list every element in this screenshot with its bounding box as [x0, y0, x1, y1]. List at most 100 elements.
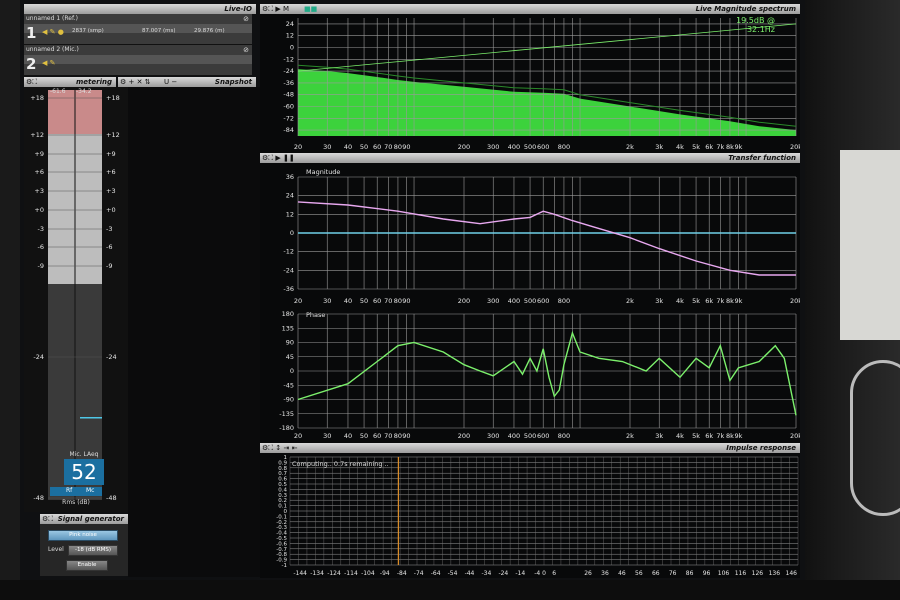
- y-tick-label: -60: [283, 103, 294, 111]
- x-tick-label: 70: [384, 143, 392, 151]
- channel-2-strip[interactable]: unnamed 2 (Mic.) 2 ◀ ✎ ⊘: [24, 45, 252, 76]
- y-tick-label: 24: [286, 20, 294, 28]
- meter-scale-label-left: -6: [38, 243, 44, 251]
- impulse-x-tick: -24: [498, 570, 508, 577]
- channel-1-close-icon[interactable]: ⊘: [243, 15, 249, 23]
- ref-channel-tab[interactable]: Rf: [66, 487, 72, 494]
- x-tick-label: 7k: [716, 143, 724, 151]
- spectrum-header: ⚙⛶ ▶ M ■■ Live Magnitude spectrum: [260, 4, 800, 14]
- y-tick-label: -48: [283, 91, 294, 99]
- snapshot-toolbar-icons[interactable]: ⚙ + ✕ ⇅: [120, 77, 151, 87]
- impulse-x-tick: -134: [310, 570, 324, 577]
- channel-1-strip[interactable]: unnamed 1 (Ref.) 1 ◀ ✎ ● 2837 (smp) 87.0…: [24, 14, 252, 45]
- y-tick-label: 24: [286, 192, 294, 200]
- impulse-x-tick: 116: [735, 570, 747, 577]
- meter-scale-label-right: -9: [106, 262, 112, 270]
- impulse-x-tick: -84: [397, 570, 407, 577]
- speaker-icon[interactable]: ◀ ✎ ●: [42, 28, 64, 36]
- speaker-icon[interactable]: ◀ ✎: [42, 59, 55, 67]
- x-tick-label: 7k: [716, 432, 724, 440]
- x-tick-label: 30: [323, 297, 331, 305]
- meter-scale-label-left: +6: [34, 168, 44, 176]
- meter-scale-label-left: -9: [38, 262, 44, 270]
- x-tick-label: 5k: [692, 297, 700, 305]
- transfer-toolbar-icons[interactable]: ⚙⛶ ▶ ❚❚: [262, 153, 295, 163]
- laeq-readout: 52: [64, 459, 104, 485]
- background-cable: [850, 360, 900, 516]
- x-tick-label: 9k: [734, 432, 742, 440]
- impulse-x-tick: 6: [552, 570, 556, 577]
- impulse-x-tick: 106: [718, 570, 730, 577]
- x-tick-label: 400: [508, 432, 520, 440]
- y-tick-label: 180: [282, 310, 294, 318]
- x-tick-label: 20: [294, 432, 302, 440]
- impulse-x-tick: 96: [703, 570, 711, 577]
- live-io-title: Live-IO: [224, 5, 252, 13]
- impulse-x-tick: 26: [584, 570, 592, 577]
- x-tick-label: 70: [384, 297, 392, 305]
- x-tick-label: 7k: [716, 297, 724, 305]
- meter-scale-label-left: -3: [38, 225, 44, 233]
- impulse-x-tick: 76: [669, 570, 677, 577]
- impulse-x-tick: -54: [448, 570, 458, 577]
- impulse-x-tick: -14: [515, 570, 525, 577]
- spectrum-title: Live Magnitude spectrum: [695, 5, 796, 13]
- x-tick-label: 20k: [790, 143, 800, 151]
- panel-options-icon[interactable]: ⚙⛶: [42, 514, 53, 524]
- y-tick-label: -180: [279, 424, 294, 432]
- impulse-x-tick: -104: [361, 570, 375, 577]
- transfer-title: Transfer function: [728, 154, 796, 162]
- meter-scale-label-right: -48: [106, 494, 117, 502]
- enable-button[interactable]: Enable: [66, 560, 108, 571]
- x-tick-label: 500: [524, 432, 536, 440]
- x-tick-label: 60: [373, 432, 381, 440]
- meter-unit-label: Rms (dB): [62, 499, 90, 506]
- panel-options-icon[interactable]: ⚙⛶: [26, 77, 37, 87]
- meter-scale-label-right: -3: [106, 225, 112, 233]
- meter-scale-label-right: +0: [106, 206, 116, 214]
- meter-scale-label-left: +12: [30, 131, 44, 139]
- impulse-status: Computing.. 0.7s remaining ..: [292, 460, 389, 468]
- channel-2-close-icon[interactable]: ⊘: [243, 46, 249, 54]
- x-tick-label: 2k: [626, 432, 634, 440]
- x-tick-label: 400: [508, 297, 520, 305]
- meter-scale-label-right: +3: [106, 187, 116, 195]
- magnitude-label: Magnitude: [306, 168, 340, 176]
- view-toggle-icons[interactable]: ■■: [304, 4, 317, 14]
- delay-meters: 29.876 (m): [194, 28, 225, 34]
- x-tick-label: 800: [558, 143, 570, 151]
- x-tick-label: 3k: [655, 432, 663, 440]
- x-tick-label: 50: [360, 143, 368, 151]
- impulse-x-tick: -124: [327, 570, 341, 577]
- x-tick-label: 2k: [626, 297, 634, 305]
- x-tick-label: 8k: [726, 143, 734, 151]
- snapshot-extra-icons[interactable]: U −: [164, 77, 177, 87]
- x-tick-label: 300: [487, 143, 499, 151]
- mic-channel-tab[interactable]: Mc: [86, 487, 94, 494]
- x-tick-label: 90: [402, 143, 410, 151]
- impulse-toolbar-icons[interactable]: ⚙⛶ ↕ ⇥ ⇤: [262, 443, 297, 453]
- level-field[interactable]: -18 (dB RMS): [68, 545, 118, 556]
- meter-scale-label-left: +18: [30, 94, 44, 102]
- mic-laeq-label: Mic. LAeq: [69, 451, 99, 458]
- x-tick-label: 8k: [726, 297, 734, 305]
- x-tick-label: 4k: [676, 432, 684, 440]
- y-tick-label: 135: [282, 324, 294, 332]
- spectrum-toolbar-icons[interactable]: ⚙⛶ ▶ M: [262, 4, 289, 14]
- x-tick-label: 6k: [705, 432, 713, 440]
- impulse-x-tick: 36: [601, 570, 609, 577]
- y-tick-label: -90: [283, 396, 294, 404]
- x-tick-label: 50: [360, 432, 368, 440]
- level-label: Level: [48, 546, 64, 553]
- impulse-x-tick: 136: [769, 570, 781, 577]
- impulse-x-tick: 146: [786, 570, 798, 577]
- x-tick-label: 20k: [790, 432, 800, 440]
- channel-1-number: 1: [26, 24, 37, 42]
- app-window: Live-IO unnamed 1 (Ref.) 1 ◀ ✎ ● 2837 (s…: [20, 0, 805, 580]
- signal-type-button[interactable]: Pink noise: [48, 530, 118, 541]
- x-tick-label: 9k: [734, 143, 742, 151]
- y-tick-label: 0: [290, 229, 294, 237]
- metering-panel: +18 +18 +12 +12 +9 +9 +6 +6 +3 +3 +0 +0 -3 -3 -6 -6 -9 -9…: [24, 87, 128, 512]
- channel-2-row: [24, 55, 252, 64]
- impulse-x-tick: 66: [652, 570, 660, 577]
